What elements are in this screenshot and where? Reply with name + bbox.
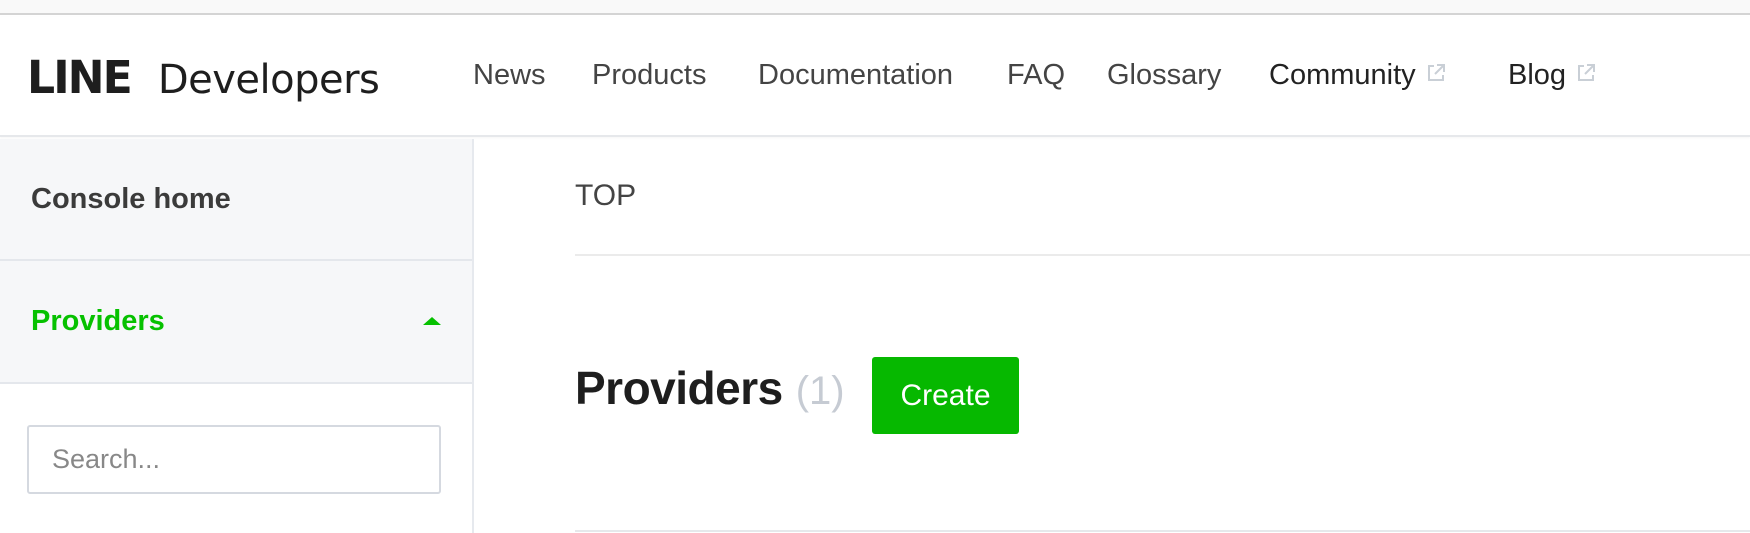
caret-up-icon[interactable] <box>423 317 441 325</box>
external-link-icon <box>1427 63 1445 81</box>
nav-glossary[interactable]: Glossary <box>1107 59 1221 92</box>
nav-blog[interactable]: Blog <box>1508 59 1596 92</box>
external-link-icon <box>1578 63 1596 81</box>
nav-documentation[interactable]: Documentation <box>758 59 953 92</box>
sidebar-item-console-home[interactable]: Console home <box>0 139 472 261</box>
create-provider-button[interactable]: Create <box>872 357 1019 434</box>
breadcrumb-divider <box>575 254 1750 256</box>
nav-community[interactable]: Community <box>1269 59 1446 92</box>
section-divider <box>575 530 1750 532</box>
breadcrumb-top[interactable]: TOP <box>575 179 636 213</box>
provider-count: (1) <box>795 369 845 413</box>
nav-faq[interactable]: FAQ <box>1007 59 1065 92</box>
nav-products[interactable]: Products <box>592 59 706 92</box>
sidebar-item-label: Providers <box>31 305 165 337</box>
sidebar: Console home Providers <box>0 139 474 533</box>
nav-community-label: Community <box>1269 59 1416 91</box>
site-header: LINE Developers News Products Documentat… <box>0 17 1750 137</box>
page-heading: Providers (1) <box>575 361 845 415</box>
nav-news[interactable]: News <box>473 59 546 92</box>
browser-top-strip <box>0 0 1750 15</box>
main-content: TOP Providers (1) Create <box>476 139 1750 533</box>
logo-brand: LINE <box>27 51 133 104</box>
page-title: Providers <box>575 362 783 414</box>
provider-search-input[interactable] <box>27 425 441 494</box>
sidebar-item-providers[interactable]: Providers <box>0 261 472 384</box>
line-developers-logo[interactable]: LINE Developers <box>26 51 380 104</box>
nav-blog-label: Blog <box>1508 59 1567 91</box>
sidebar-item-label: Console home <box>31 182 231 215</box>
logo-product: Developers <box>157 57 380 103</box>
